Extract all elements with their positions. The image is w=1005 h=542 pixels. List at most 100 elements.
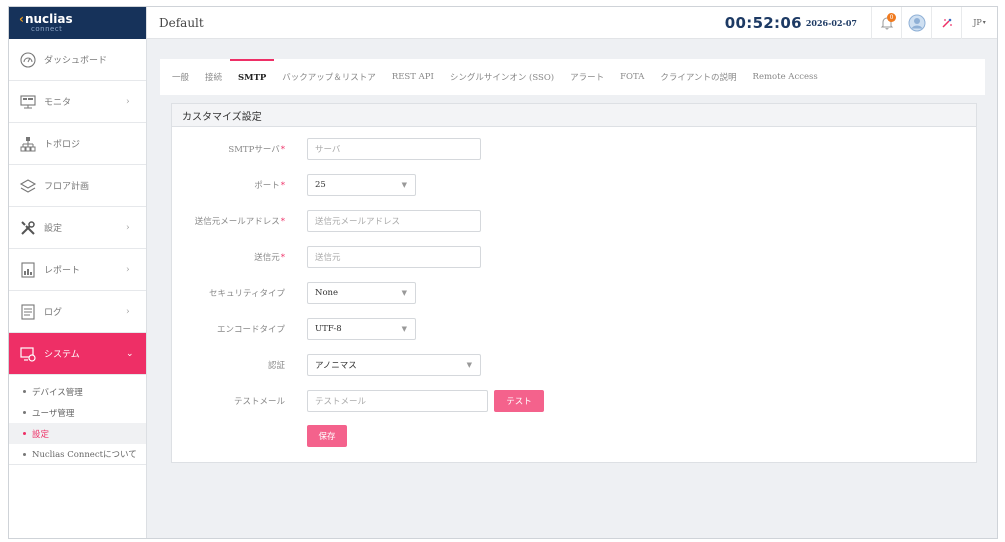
tab-rest-api[interactable]: REST API	[384, 59, 442, 95]
tab-backup-restore[interactable]: バックアップ＆リストア	[274, 59, 384, 95]
form-row-sender-email: 送信元メールアドレス* 送信元メールアドレス	[172, 210, 481, 232]
sender-email-input[interactable]: 送信元メールアドレス	[307, 210, 481, 232]
form-row-sender: 送信元* 送信元	[172, 246, 481, 268]
system-submenu: デバイス管理 ユーザ管理 設定 Nuclias Connectについて	[9, 375, 146, 465]
required-mark: *	[280, 181, 285, 191]
submenu-item-about[interactable]: Nuclias Connectについて	[9, 444, 146, 465]
user-profile-button[interactable]	[901, 7, 931, 39]
submenu-item-label: 設定	[32, 429, 50, 440]
sidebar-item-dashboard[interactable]: ダッシュボード	[9, 39, 146, 81]
notification-badge: 0	[887, 12, 896, 22]
field-label: ポート*	[254, 181, 285, 191]
avatar-icon	[908, 14, 925, 31]
tab-connection[interactable]: 接続	[197, 59, 230, 95]
submenu-item-label: Nuclias Connectについて	[32, 450, 137, 460]
bullet-icon	[23, 452, 26, 456]
sidebar: ‹ nuclias connect ダッシュボード モニタ › トポロジ フロア計…	[9, 7, 147, 538]
sender-input[interactable]: 送信元	[307, 246, 481, 268]
sidebar-item-label: ログ	[44, 308, 63, 318]
tab-alert[interactable]: アラート	[562, 59, 612, 95]
smtp-server-input[interactable]: サーバ	[307, 138, 481, 160]
sidebar-item-report[interactable]: レポート ›	[9, 249, 146, 291]
sidebar-item-label: トポロジ	[44, 140, 81, 150]
port-select[interactable]: 25 ▼	[307, 174, 416, 196]
form-row-auth: 認証 アノニマス ▼	[172, 354, 481, 376]
clock-time: 00:52:06	[724, 13, 802, 32]
chevron-right-icon: ›	[126, 264, 130, 275]
app-window: ‹ nuclias connect ダッシュボード モニタ › トポロジ フロア計…	[8, 6, 998, 539]
logo-text: nuclias	[24, 12, 73, 26]
tab-fota[interactable]: FOTA	[612, 59, 652, 95]
sidebar-item-label: 設定	[44, 224, 63, 234]
site-selector[interactable]: Default	[159, 16, 725, 30]
form-row-save: 保存	[172, 425, 347, 447]
tab-smtp[interactable]: SMTP	[230, 59, 275, 95]
test-button[interactable]: テスト	[494, 390, 544, 412]
form-row-encode-type: エンコードタイプ UTF-8 ▼	[172, 318, 416, 340]
caret-down-icon: ▾	[982, 19, 986, 26]
save-button[interactable]: 保存	[307, 425, 347, 447]
submenu-item-label: デバイス管理	[32, 387, 83, 398]
field-label: 送信元メールアドレス*	[194, 217, 285, 227]
tab-sso[interactable]: シングルサインオン (SSO)	[442, 59, 562, 95]
security-type-select[interactable]: None ▼	[307, 282, 416, 304]
form-row-security-type: セキュリティタイプ None ▼	[172, 282, 416, 304]
select-value: UTF-8	[315, 324, 342, 334]
form-row-test-mail: テストメール テストメール テスト	[172, 390, 544, 412]
auth-select[interactable]: アノニマス ▼	[307, 354, 481, 376]
logo[interactable]: ‹ nuclias connect	[9, 7, 146, 39]
submenu-item-settings[interactable]: 設定	[9, 423, 146, 444]
sidebar-item-topology[interactable]: トポロジ	[9, 123, 146, 165]
report-icon	[21, 261, 35, 278]
tab-general[interactable]: 一般	[164, 59, 197, 95]
caret-down-icon: ▼	[401, 289, 407, 297]
chevron-down-icon: ⌄	[126, 348, 134, 359]
caret-down-icon: ▼	[466, 361, 472, 369]
sidebar-item-label: システム	[44, 350, 80, 360]
chevron-right-icon: ›	[126, 96, 130, 107]
logo-subtext: connect	[31, 25, 63, 33]
field-label: 送信元*	[254, 253, 285, 263]
field-label: セキュリティタイプ	[209, 289, 285, 299]
required-mark: *	[280, 145, 285, 155]
encode-type-select[interactable]: UTF-8 ▼	[307, 318, 416, 340]
sidebar-item-floor-plan[interactable]: フロア計画	[9, 165, 146, 207]
notification-button[interactable]: 0	[871, 7, 901, 39]
submenu-item-device-management[interactable]: デバイス管理	[9, 381, 146, 402]
form-row-port: ポート* 25 ▼	[172, 174, 416, 196]
logo-chevron-icon: ‹	[19, 12, 24, 26]
smtp-settings-panel: カスタマイズ設定 SMTPサーバ* サーバ ポート* 25 ▼ 送信元メールアド…	[171, 103, 977, 463]
caret-down-icon: ▼	[401, 325, 407, 333]
tab-remote-access[interactable]: Remote Access	[745, 59, 826, 95]
tab-client-description[interactable]: クライアントの説明	[652, 59, 744, 95]
dashboard-icon	[20, 51, 36, 68]
form-row-smtp-server: SMTPサーバ* サーバ	[172, 138, 481, 160]
required-mark: *	[280, 217, 285, 227]
top-bar: Default 00:52:06 2026-02-07 0 JP ▾	[147, 7, 997, 39]
tools-icon	[21, 220, 35, 235]
field-label: 認証	[267, 361, 285, 371]
tools-button[interactable]	[931, 7, 961, 39]
language-label: JP	[973, 18, 982, 27]
monitor-icon	[20, 94, 36, 108]
submenu-item-label: ユーザ管理	[32, 408, 75, 419]
main-content: 一般 接続 SMTP バックアップ＆リストア REST API シングルサインオ…	[147, 39, 997, 538]
chevron-right-icon: ›	[126, 222, 130, 233]
test-mail-input[interactable]: テストメール	[307, 390, 488, 412]
magic-wand-icon	[941, 18, 952, 28]
language-selector[interactable]: JP ▾	[961, 7, 997, 39]
chevron-right-icon: ›	[126, 306, 130, 317]
sidebar-item-log[interactable]: ログ ›	[9, 291, 146, 333]
bullet-icon	[23, 432, 26, 435]
caret-down-icon: ▼	[401, 181, 407, 189]
system-icon	[20, 346, 36, 362]
sidebar-item-label: レポート	[44, 266, 81, 276]
submenu-item-user-management[interactable]: ユーザ管理	[9, 402, 146, 423]
sidebar-item-settings[interactable]: 設定 ›	[9, 207, 146, 249]
field-label: テストメール	[233, 397, 285, 407]
sidebar-item-monitor[interactable]: モニタ ›	[9, 81, 146, 123]
bullet-icon	[23, 411, 26, 414]
sidebar-item-system[interactable]: システム ⌄	[9, 333, 146, 375]
log-icon	[21, 303, 35, 320]
field-label: エンコードタイプ	[216, 325, 285, 335]
